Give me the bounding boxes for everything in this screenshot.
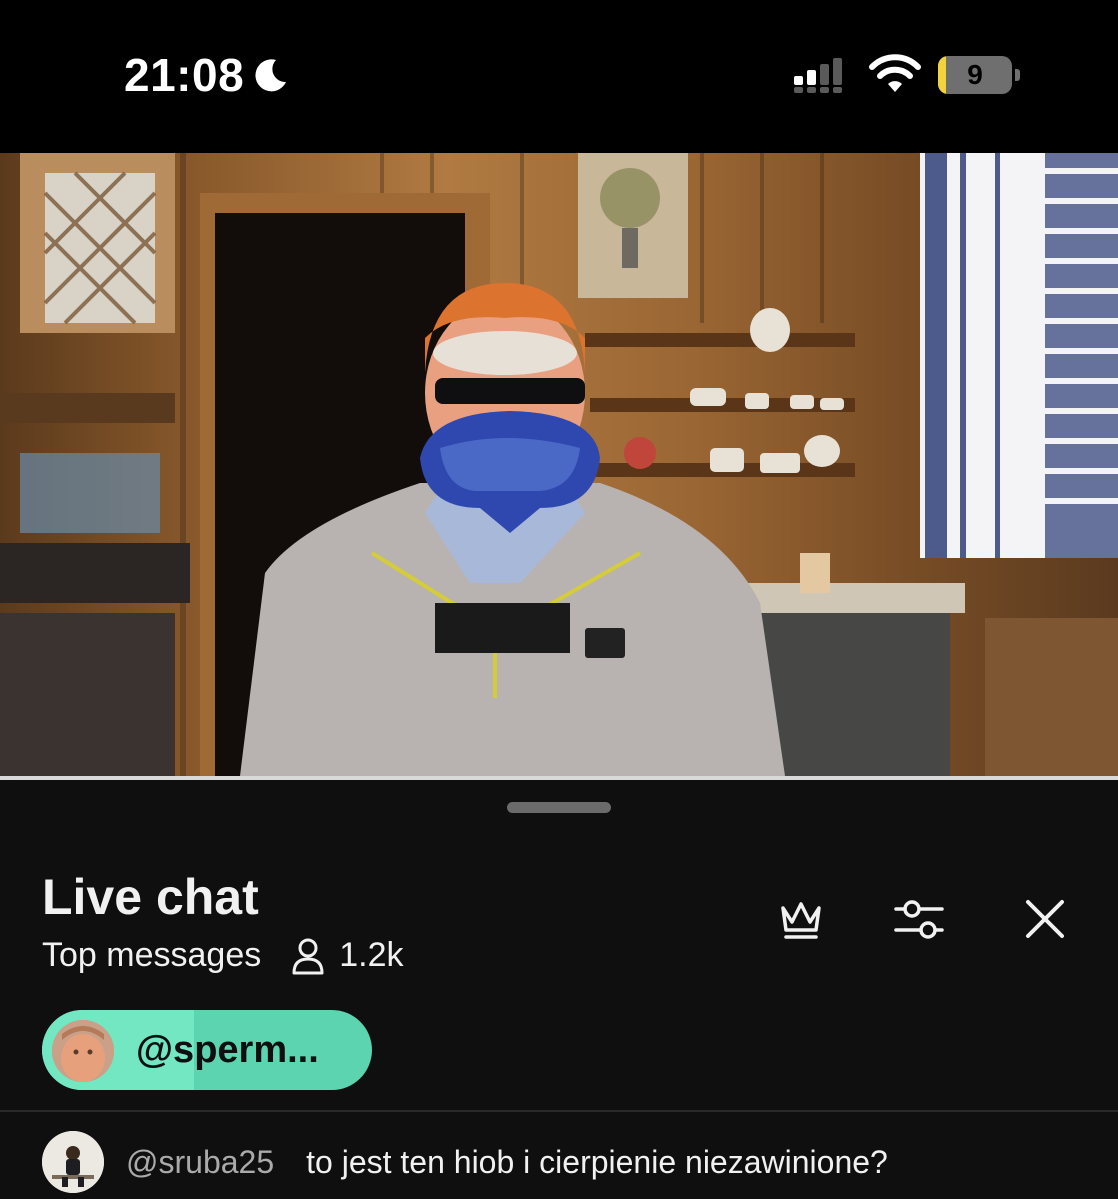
chat-message[interactable]: @sruba25 to jest ten hiob i cierpienie n… bbox=[42, 1130, 1102, 1194]
battery-body: 9 bbox=[938, 56, 1012, 94]
battery-nub bbox=[1015, 69, 1020, 81]
chat-mode-selector[interactable]: Top messages bbox=[42, 936, 261, 975]
viewer-count: 1.2k bbox=[339, 936, 404, 974]
message-author-avatar[interactable] bbox=[42, 1131, 104, 1193]
drag-handle[interactable] bbox=[507, 802, 611, 813]
battery-indicator: 9 bbox=[938, 56, 1020, 94]
message-text: to jest ten hiob i cierpienie niezawinio… bbox=[306, 1143, 888, 1180]
chat-subheader: Top messages 1.2k bbox=[42, 936, 404, 975]
status-time: 21:08 bbox=[124, 48, 290, 102]
sliders-icon[interactable] bbox=[892, 892, 946, 946]
chat-divider bbox=[0, 1110, 1118, 1112]
video-progress-bar[interactable] bbox=[0, 776, 1118, 780]
wifi-icon bbox=[869, 54, 921, 92]
crown-icon[interactable] bbox=[774, 892, 828, 946]
status-bar: 21:08 9 bbox=[0, 0, 1118, 153]
chat-title: Live chat bbox=[42, 869, 259, 925]
pinned-username: @sperm... bbox=[136, 1029, 319, 1071]
clock-text: 21:08 bbox=[124, 49, 245, 101]
moon-icon bbox=[255, 59, 287, 92]
battery-level-text: 9 bbox=[967, 59, 983, 90]
pinned-user-avatar bbox=[52, 1020, 114, 1082]
pinned-user-chip[interactable]: @sperm... bbox=[42, 1010, 372, 1090]
close-icon[interactable] bbox=[1018, 892, 1072, 946]
live-chat-panel: Live chat Top messages 1.2k @sperm... @s… bbox=[0, 782, 1118, 1199]
cellular-signal-icon bbox=[794, 58, 842, 93]
video-player[interactable] bbox=[0, 153, 1118, 776]
person-icon bbox=[292, 938, 324, 974]
video-frame-image bbox=[0, 153, 1118, 776]
message-author[interactable]: @sruba25 bbox=[126, 1144, 274, 1181]
